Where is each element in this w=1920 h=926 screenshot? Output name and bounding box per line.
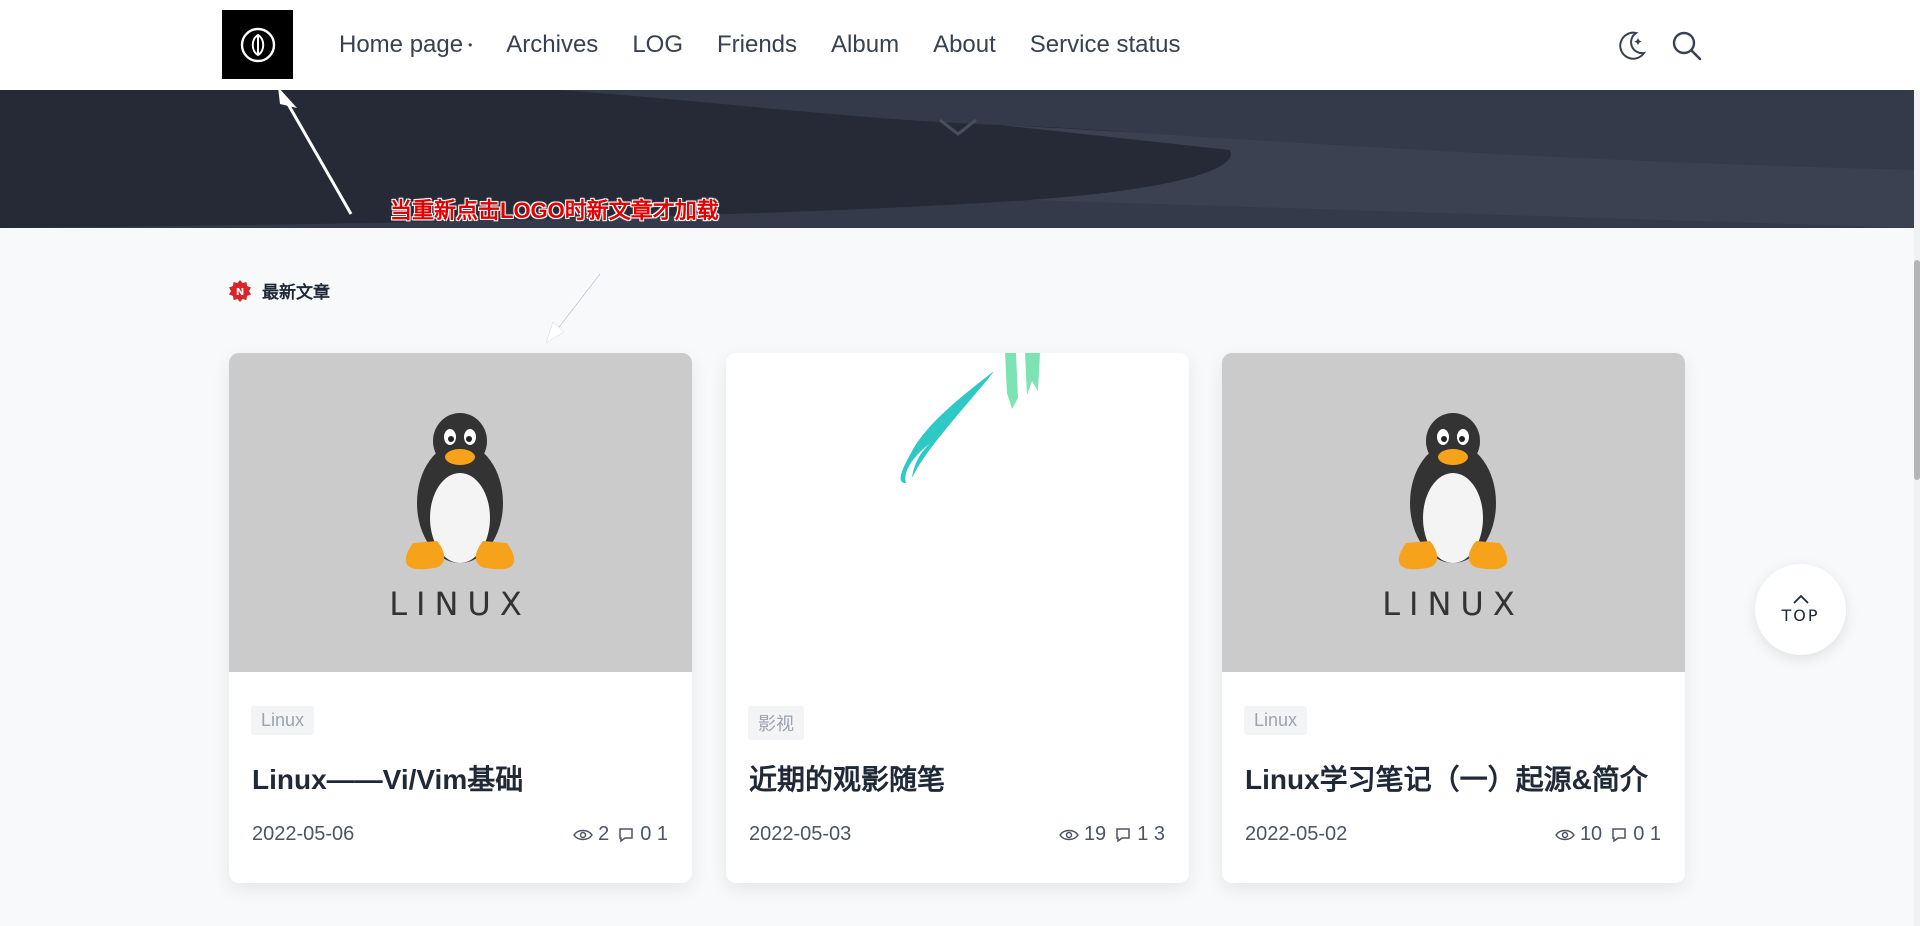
eye-icon [1555,829,1575,840]
comment-count: 0 1 [1633,823,1661,845]
nav-log[interactable]: LOG [632,31,683,59]
comment-icon [1116,827,1130,842]
chevron-up-icon [1792,594,1809,604]
view-count: 19 [1083,823,1107,845]
linux-penguin-image: LINUX [1382,413,1524,623]
svg-text:LINUX: LINUX [389,585,531,623]
nav-archives[interactable]: Archives [506,31,598,59]
post-tag[interactable]: Linux [1244,706,1308,735]
site-header: Home page • Archives LOG Friends Album A… [0,0,1920,90]
post-title[interactable]: 近期的观影随笔 [749,758,945,798]
latest-posts-heading: N 最新文章 [228,278,330,303]
moon-icon[interactable] [1614,29,1648,63]
hero-banner [0,90,1920,228]
banner-landscape [0,90,1920,228]
post-date: 2022-05-03 [749,823,852,845]
view-count: 10 [1579,823,1603,845]
post-card[interactable]: LINUX Linux Linux——Vi/Vim基础 2022-05-06 2… [229,353,692,883]
svg-text:LINUX: LINUX [1382,585,1524,623]
nav-home-label: Home page [339,31,464,58]
post-card[interactable]: LINUX Linux Linux学习笔记（一）起源&简介 2022-05-02… [1222,353,1685,883]
post-thumbnail: LINUX [229,353,692,672]
dropdown-dot-icon: • [468,38,473,52]
post-stats: 10 0 1 [1555,823,1661,846]
post-thumbnail [726,353,1189,672]
post-thumbnail: LINUX [1222,353,1685,672]
scrollbar-thumb[interactable] [1914,260,1920,480]
post-tag[interactable]: 影视 [748,706,804,740]
post-stats: 2 0 1 [573,823,668,846]
logo-icon [240,27,275,62]
annotation-text: 当重新点击LOGO时新文章才加载 [390,198,719,223]
nav-home[interactable]: Home page • [339,31,472,59]
site-logo[interactable] [222,10,293,79]
post-stats: 19 1 3 [1059,823,1165,846]
arrow-down-icon [545,321,565,344]
comment-count: 0 1 [640,823,668,845]
back-to-top-button[interactable]: TOP [1755,564,1846,655]
back-to-top-label: TOP [1781,606,1820,625]
eye-icon [1059,829,1079,840]
search-icon[interactable] [1670,29,1704,63]
eye-icon [573,829,593,840]
section-title: 最新文章 [262,283,330,302]
nav-friends[interactable]: Friends [717,31,797,59]
brush-stroke-image [900,353,1040,483]
post-card[interactable]: 影视 近期的观影随笔 2022-05-03 19 1 3 [726,353,1189,883]
post-title[interactable]: Linux——Vi/Vim基础 [252,758,523,798]
svg-text:N: N [236,287,244,298]
new-badge-icon: N [229,279,251,302]
comment-count: 1 3 [1137,823,1165,845]
comment-icon [619,827,633,842]
post-tag[interactable]: Linux [251,706,315,735]
nav-album[interactable]: Album [831,31,899,59]
post-date: 2022-05-06 [252,823,355,845]
comment-icon [1612,827,1626,842]
post-date: 2022-05-02 [1245,823,1348,845]
page-scrollbar[interactable] [1914,90,1920,926]
post-title[interactable]: Linux学习笔记（一）起源&简介 [1245,758,1648,798]
nav-service-status[interactable]: Service status [1030,31,1181,59]
main-nav: Home page • Archives LOG Friends Album A… [339,0,1215,90]
view-count: 2 [598,823,610,845]
nav-about[interactable]: About [933,31,996,59]
linux-penguin-image: LINUX [389,413,531,623]
